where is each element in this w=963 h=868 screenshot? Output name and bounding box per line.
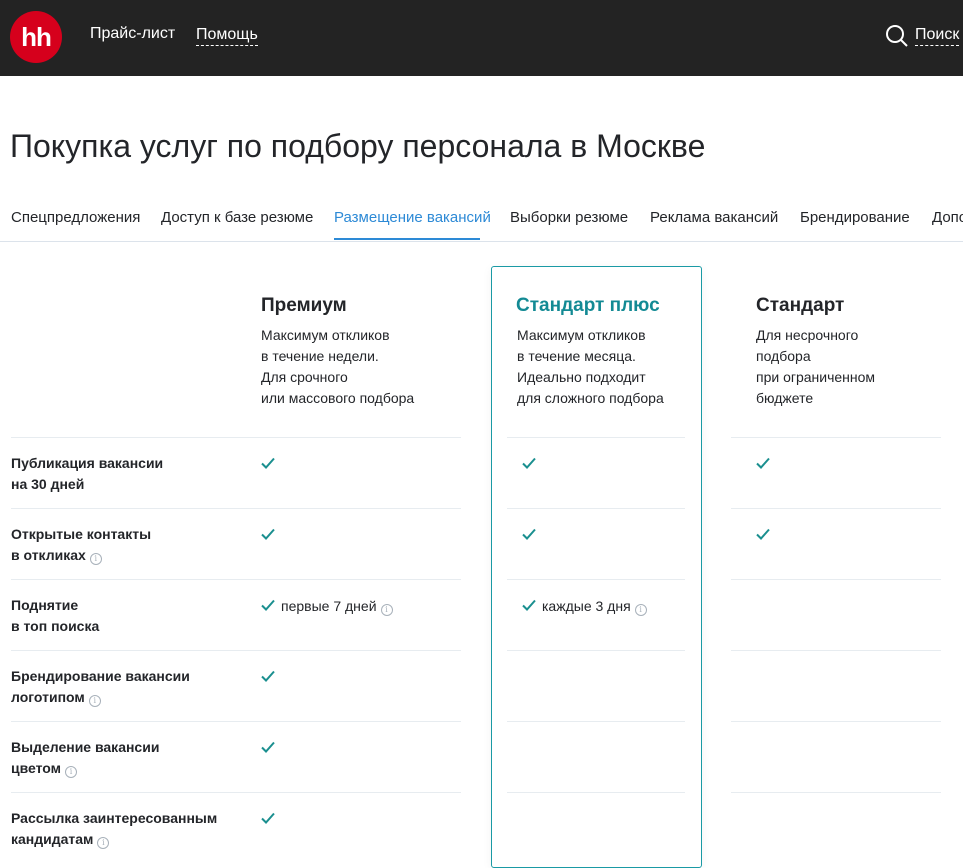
plan-desc-standard: Для несрочного подбора при ограниченном бю… <box>756 327 876 406</box>
row-separator <box>11 721 461 722</box>
row-separator <box>507 508 685 509</box>
plan-desc-standard-plus: Максимум откликов в течение месяца. Идеал… <box>517 327 664 406</box>
search-link[interactable]: Поиск <box>915 25 960 46</box>
page-title: Покупка услуг по подбору персонала в Мос… <box>10 128 706 164</box>
plan-title-standard-plus: Стандарт плюс <box>516 295 660 316</box>
tab-resume-database[interactable]: Доступ к базе резюме <box>161 209 313 226</box>
plan-desc-premium: Максимум откликов в течение недели. Для с… <box>261 327 415 406</box>
row-separator <box>731 792 941 793</box>
row-separator <box>507 579 685 580</box>
row-separator <box>11 508 461 509</box>
checkmark-icon <box>522 457 536 469</box>
hh-logo[interactable]: hh <box>10 11 62 63</box>
feature-top-search: Поднятие в топ поиска <box>11 597 100 634</box>
nav-help-link[interactable]: Помощь <box>196 25 258 46</box>
feature-open-contacts: Открытые контакты в откликах i <box>11 526 152 565</box>
feature-mailing: Рассылка заинтересованным кандидатам i <box>11 810 218 849</box>
tab-vacancy-posting[interactable]: Размещение вакансий <box>334 209 491 226</box>
search-icon[interactable] <box>885 24 909 48</box>
service-tabs: Спецпредложения Доступ к базе резюме Раз… <box>0 200 963 242</box>
row-separator <box>731 650 941 651</box>
row-separator <box>11 437 461 438</box>
row-separator <box>731 508 941 509</box>
active-tab-underline <box>334 238 480 240</box>
feature-publication: Публикация вакансии на 30 дней <box>11 455 164 492</box>
row-separator <box>507 650 685 651</box>
tab-resume-selections[interactable]: Выборки резюме <box>510 209 628 226</box>
checkmark-icon <box>261 670 275 682</box>
tab-vacancy-ads[interactable]: Реклама вакансий <box>650 209 778 226</box>
tab-branding[interactable]: Брендирование <box>800 209 910 226</box>
info-icon[interactable]: i <box>88 695 101 707</box>
info-icon[interactable]: i <box>97 837 110 849</box>
nav-price-list-link[interactable]: Прайс-лист <box>90 25 175 43</box>
row-separator <box>507 792 685 793</box>
plan-title-standard: Стандарт <box>756 295 845 316</box>
tab-more[interactable]: Допо <box>932 209 963 226</box>
checkmark-icon <box>261 457 275 469</box>
row-separator <box>507 437 685 438</box>
feature-color-highlight: Выделение вакансии цветом i <box>11 739 160 778</box>
checkmark-icon <box>756 457 770 469</box>
top-navigation-bar: hh Прайс-лист Помощь Поиск <box>0 0 963 76</box>
checkmark-icon <box>261 741 275 753</box>
plan-title-premium: Премиум <box>261 295 347 316</box>
info-icon[interactable]: i <box>65 766 78 778</box>
row-separator <box>507 721 685 722</box>
premium-top-note: первые 7 дней i <box>281 598 393 616</box>
info-icon[interactable]: i <box>380 604 393 616</box>
checkmark-icon <box>756 528 770 540</box>
row-separator <box>731 579 941 580</box>
standard-plus-top-note: каждые 3 дня i <box>542 598 647 616</box>
row-separator <box>11 650 461 651</box>
info-icon[interactable]: i <box>634 604 647 616</box>
info-icon[interactable]: i <box>89 553 102 565</box>
checkmark-icon <box>522 528 536 540</box>
checkmark-icon <box>522 599 536 611</box>
checkmark-icon <box>261 599 275 611</box>
feature-logo-branding: Брендирование вакансии логотипом i <box>11 668 190 707</box>
checkmark-icon <box>261 812 275 824</box>
tab-special-offers[interactable]: Спецпредложения <box>11 209 140 226</box>
row-separator <box>11 792 461 793</box>
row-separator <box>731 721 941 722</box>
row-separator <box>731 437 941 438</box>
checkmark-icon <box>261 528 275 540</box>
row-separator <box>11 579 461 580</box>
